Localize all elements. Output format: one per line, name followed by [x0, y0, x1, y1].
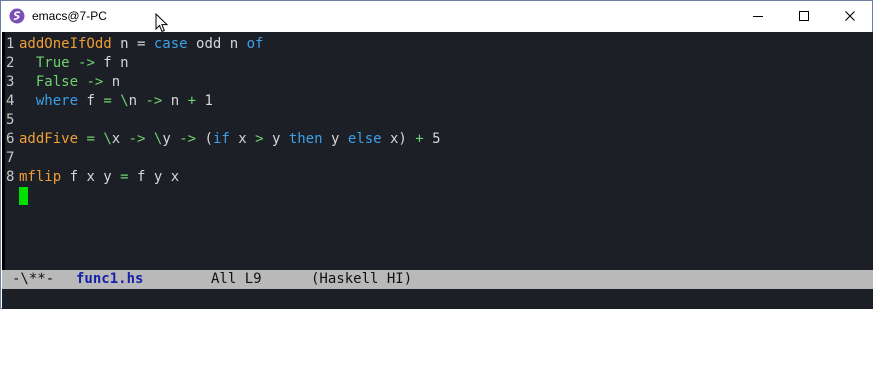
- code-token: then: [288, 131, 323, 147]
- code-token: if: [212, 131, 230, 147]
- code-line[interactable]: 6 addFive = \x -> \y -> (if x > y then y …: [6, 130, 441, 149]
- code-token: \: [120, 93, 129, 109]
- line-number: 5: [6, 112, 15, 128]
- code-token: ->: [78, 55, 95, 71]
- code-token: y: [162, 131, 180, 147]
- code-line[interactable]: 2 True -> f n: [6, 54, 441, 73]
- code-token: False: [35, 74, 79, 90]
- code-token: f x y: [61, 169, 121, 185]
- minimize-button[interactable]: [735, 1, 781, 31]
- code-line[interactable]: 1 addOneIfOdd n = case odd n of: [6, 35, 441, 54]
- code-line[interactable]: 7: [6, 149, 441, 168]
- code-token: f n: [94, 55, 129, 71]
- code-token: =: [120, 169, 129, 185]
- minibuffer[interactable]: [2, 289, 873, 309]
- code-token: n: [103, 74, 121, 90]
- line-number: 3: [6, 74, 15, 90]
- code-line[interactable]: [6, 187, 441, 206]
- window-title: emacs@7-PC: [32, 9, 107, 23]
- code-token: =: [103, 93, 112, 109]
- cursor-position: All L9: [211, 271, 262, 287]
- code-token: x: [229, 131, 256, 147]
- mouse-pointer-icon: [155, 13, 169, 33]
- line-number: 6: [6, 131, 15, 147]
- mode-line[interactable]: -\**- func1.hs All L9 (Haskell HI): [2, 270, 873, 289]
- major-mode[interactable]: (Haskell HI): [311, 270, 412, 289]
- code-token: ->: [179, 131, 197, 147]
- left-fringe: [2, 32, 5, 270]
- code-token: x): [381, 131, 416, 147]
- code-token: addOneIfOdd: [19, 36, 112, 52]
- code-token: ->: [128, 131, 146, 147]
- code-token: of: [246, 36, 264, 52]
- code-token: where: [35, 93, 79, 109]
- line-number: 7: [6, 150, 15, 166]
- maximize-icon: [799, 11, 809, 21]
- line-number: 1: [6, 36, 15, 52]
- code-line[interactable]: 5: [6, 111, 441, 130]
- text-cursor: [19, 187, 28, 205]
- code-token: addFive: [19, 131, 79, 147]
- code-token: ->: [145, 93, 163, 109]
- code-token: y: [322, 131, 348, 147]
- code-token: True: [35, 55, 70, 71]
- code-token: odd n: [187, 36, 247, 52]
- code-line[interactable]: 4 where f = \n -> n + 1: [6, 92, 441, 111]
- line-number: 8: [6, 169, 15, 185]
- editor-buffer[interactable]: 1 addOneIfOdd n = case odd n of 2 True -> …: [2, 32, 873, 270]
- code-token: +: [415, 131, 424, 147]
- close-icon: [845, 11, 855, 21]
- code-token: +: [187, 93, 197, 109]
- title-bar[interactable]: emacs@7-PC: [1, 1, 873, 33]
- maximize-button[interactable]: [781, 1, 827, 31]
- buffer-name[interactable]: func1.hs: [76, 270, 143, 289]
- code-token: 1: [196, 93, 213, 109]
- code-area[interactable]: 1 addOneIfOdd n = case odd n of 2 True -> …: [6, 35, 441, 206]
- code-token: x: [111, 131, 129, 147]
- code-token: mflip: [19, 169, 62, 185]
- code-line[interactable]: 8 mflip f x y = f y x: [6, 168, 441, 187]
- code-token: case: [153, 36, 188, 52]
- code-token: f y x: [128, 169, 180, 185]
- minimize-icon: [753, 16, 763, 17]
- line-number: 2: [6, 55, 15, 71]
- code-token: >: [255, 131, 264, 147]
- line-number: 4: [6, 93, 15, 109]
- code-token: else: [347, 131, 382, 147]
- code-token: =: [86, 131, 95, 147]
- code-token: (: [196, 131, 213, 147]
- code-token: n: [128, 93, 146, 109]
- code-token: ->: [86, 74, 104, 90]
- code-token: \: [103, 131, 112, 147]
- code-line[interactable]: 3 False -> n: [6, 73, 441, 92]
- code-token: f: [78, 93, 104, 109]
- code-token: 5: [423, 131, 441, 147]
- emacs-window: emacs@7-PC 1 addOneIfOdd n = case odd n o…: [0, 0, 873, 309]
- close-button[interactable]: [827, 1, 873, 31]
- emacs-icon: [9, 8, 25, 24]
- code-token: n =: [111, 36, 154, 52]
- buffer-state: -\**-: [12, 271, 55, 287]
- code-token: y: [263, 131, 289, 147]
- code-token: n: [162, 93, 188, 109]
